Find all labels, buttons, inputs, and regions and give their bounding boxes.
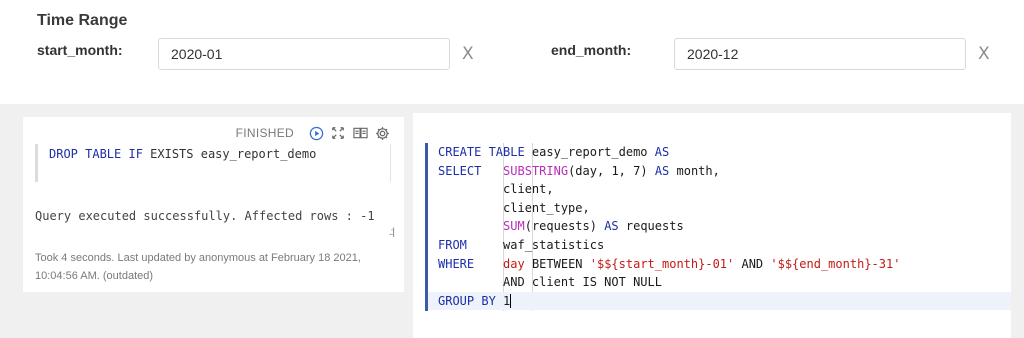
mini-code-editor[interactable]: DROP TABLE IF EXISTS easy_report_demo (35, 144, 391, 182)
end-month-clear-icon[interactable]: X (978, 44, 990, 64)
expand-icon[interactable] (330, 125, 346, 141)
status-label: FINISHED (235, 126, 294, 140)
run-icon[interactable] (308, 125, 324, 141)
code-line-active: GROUP BY 1 (428, 291, 1011, 311)
end-month-input[interactable]: 2020-12 (674, 38, 966, 70)
start-month-input[interactable]: 2020-01 (158, 38, 450, 70)
book-icon[interactable] (352, 125, 368, 141)
code-line: client_type, (438, 200, 590, 215)
sql-code-editor[interactable]: CREATE TABLE easy_report_demo AS SELECT … (425, 143, 1011, 311)
code-line: SUM(requests) AS requests (503, 219, 684, 234)
start-month-label: start_month: (37, 42, 123, 58)
code-line: CREATE TABLE easy_report_demo AS (438, 145, 670, 159)
code-line: AND client IS NOT NULL (438, 275, 662, 290)
code-line: client, (438, 182, 554, 197)
end-month-label: end_month: (551, 42, 632, 58)
paragraph-toolbar: FINISHED (236, 125, 390, 141)
start-month-clear-icon[interactable]: X (462, 44, 474, 64)
gear-icon[interactable] (374, 125, 390, 141)
run-info-footer: Took 4 seconds. Last updated by anonymou… (35, 252, 361, 282)
code-line: SELECT SUBSTRING(day, 1, 7) AS month, (438, 163, 720, 178)
time-range-title: Time Range (37, 12, 128, 29)
code-line: FROM waf_statistics (438, 237, 605, 252)
text-cursor (510, 294, 512, 309)
sql-editor-cell: CREATE TABLE easy_report_demo AS SELECT … (413, 113, 1011, 338)
left-paragraph-cell: FINISHED DROP TABLE IF EXISTS easy_repor… (23, 117, 404, 292)
drop-table-code: DROP TABLE IF EXISTS easy_report_demo (49, 147, 317, 161)
code-line: WHERE day BETWEEN '$${start_month}-01' A… (438, 256, 901, 271)
resize-grip-icon[interactable]: .:| (389, 227, 395, 238)
result-message: Query executed successfully. Affected ro… (35, 209, 375, 223)
